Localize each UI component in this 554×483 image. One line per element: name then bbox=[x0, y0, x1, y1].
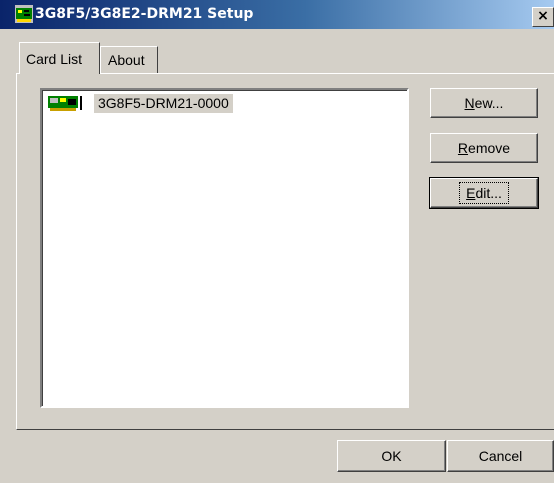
tab-card-list[interactable]: Card List bbox=[19, 42, 100, 74]
new-button-mnemonic: N bbox=[464, 95, 475, 111]
new-button[interactable]: New... bbox=[430, 88, 538, 118]
remove-button[interactable]: Remove bbox=[430, 133, 538, 163]
ok-button[interactable]: OK bbox=[337, 440, 446, 472]
network-card-icon bbox=[48, 96, 82, 111]
app-icon bbox=[15, 5, 33, 23]
tab-about-label: About bbox=[108, 52, 145, 68]
list-item-label: 3G8F5-DRM21-0000 bbox=[94, 94, 233, 113]
card-list-box[interactable]: 3G8F5-DRM21-0000 bbox=[40, 88, 409, 408]
close-icon: × bbox=[537, 8, 549, 24]
edit-button[interactable]: Edit... bbox=[429, 177, 539, 209]
title-bar[interactable]: 3G8F5/3G8E2-DRM21 Setup × bbox=[0, 0, 554, 29]
edit-button-label: dit... bbox=[475, 185, 502, 201]
close-button[interactable]: × bbox=[532, 7, 554, 27]
new-button-label: ew... bbox=[474, 95, 504, 111]
setup-dialog: 3G8F5/3G8E2-DRM21 Setup × Card List Abou… bbox=[0, 0, 554, 483]
tab-about[interactable]: About bbox=[100, 46, 158, 73]
window-title: 3G8F5/3G8E2-DRM21 Setup bbox=[35, 6, 254, 22]
remove-button-label: emove bbox=[468, 140, 511, 156]
cancel-button[interactable]: Cancel bbox=[447, 440, 554, 472]
tab-card-list-label: Card List bbox=[26, 51, 83, 67]
focus-rect: Edit... bbox=[459, 182, 509, 204]
remove-button-mnemonic: R bbox=[457, 140, 469, 156]
